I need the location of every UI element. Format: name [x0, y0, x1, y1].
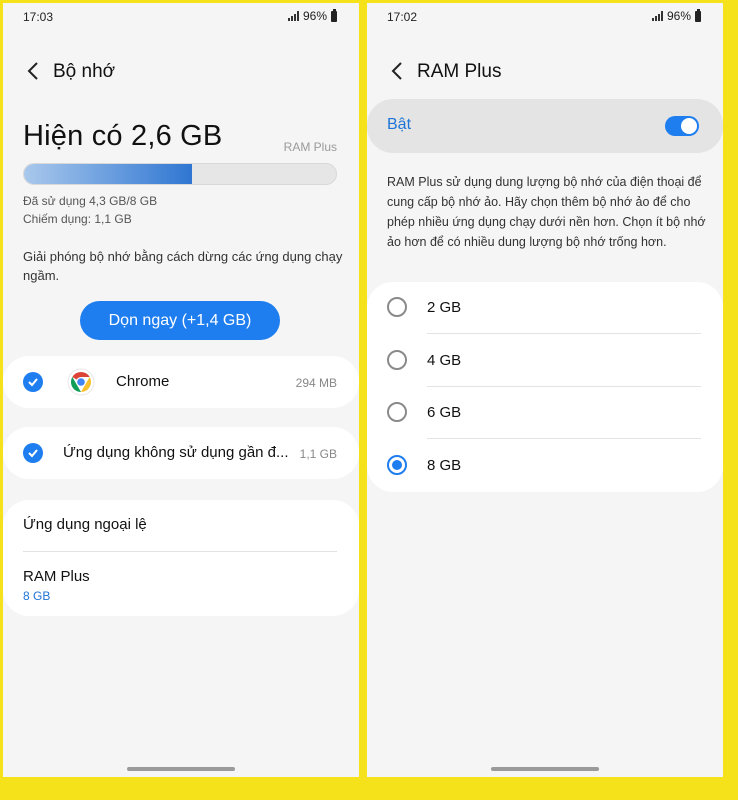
available-memory: Hiện có 2,6 GB: [23, 120, 223, 152]
radio-6gb[interactable]: [387, 402, 407, 422]
memory-options-card: Ứng dụng ngoại lệ RAM Plus 8 GB: [3, 500, 359, 616]
battery-percent: 96%: [666, 9, 691, 23]
radio-4gb[interactable]: [387, 350, 407, 370]
radio-2gb[interactable]: [387, 297, 407, 317]
size-options-card: 2 GB 4 GB 6 GB 8 GB: [367, 282, 723, 492]
unused-apps-checkbox[interactable]: [23, 443, 43, 463]
divider: [427, 333, 701, 334]
page-title: Bộ nhớ: [53, 61, 116, 82]
status-time: 17:02: [387, 10, 418, 24]
toggle-label: Bật: [387, 116, 412, 133]
chevron-left-icon: [27, 62, 38, 80]
page-title: RAM Plus: [417, 61, 502, 82]
used-memory-text: Đã sử dụng 4,3 GB/8 GB: [23, 194, 158, 208]
battery-icon: [695, 8, 701, 22]
ram-plus-switch[interactable]: [665, 116, 699, 136]
exception-apps-item[interactable]: Ứng dụng ngoại lệ: [23, 516, 147, 533]
app-size-chrome: 294 MB: [295, 376, 337, 390]
divider: [427, 386, 701, 387]
signal-icon: [287, 11, 299, 21]
app-item-unused[interactable]: Ứng dụng không sử dụng gần đ... 1,1 GB: [3, 427, 359, 479]
status-time: 17:03: [23, 10, 54, 24]
app-bar: RAM Plus: [367, 55, 723, 87]
option-label-6gb[interactable]: 6 GB: [427, 404, 461, 421]
divider: [427, 438, 701, 439]
option-label-4gb[interactable]: 4 GB: [427, 352, 461, 369]
option-label-8gb[interactable]: 8 GB: [427, 457, 461, 474]
home-gesture-bar[interactable]: [127, 767, 235, 771]
memory-screen: 17:03 96% Bộ nhớ Hiện có 2,6 GB RAM Plus…: [3, 3, 359, 777]
ram-plus-item[interactable]: RAM Plus: [23, 568, 90, 585]
ram-plus-toggle-row[interactable]: Bật: [367, 99, 723, 153]
status-bar: 17:02 96%: [367, 3, 723, 29]
divider: [23, 551, 337, 552]
app-size-unused: 1,1 GB: [299, 447, 337, 461]
app-bar: Bộ nhớ: [3, 55, 359, 87]
battery-icon: [331, 8, 337, 22]
option-label-2gb[interactable]: 2 GB: [427, 299, 461, 316]
memory-description: Giải phóng bộ nhớ bằng cách dừng các ứng…: [23, 249, 343, 283]
ram-plus-description: RAM Plus sử dụng dung lượng bộ nhớ của đ…: [387, 175, 706, 249]
check-icon: [28, 378, 38, 387]
check-icon: [28, 449, 38, 458]
ram-plus-value: 8 GB: [23, 589, 51, 603]
chrome-checkbox[interactable]: [23, 372, 43, 392]
home-gesture-bar[interactable]: [491, 767, 599, 771]
app-name-unused: Ứng dụng không sử dụng gần đ...: [63, 444, 289, 461]
clean-now-button[interactable]: Dọn ngay (+1,4 GB): [80, 301, 280, 340]
memory-usage-fill: [24, 164, 192, 184]
chevron-left-icon: [391, 62, 402, 80]
app-name-chrome: Chrome: [116, 373, 170, 390]
back-button[interactable]: [385, 59, 409, 83]
app-item-chrome[interactable]: Chrome 294 MB: [3, 356, 359, 408]
radio-8gb[interactable]: [387, 455, 407, 475]
battery-percent: 96%: [302, 9, 327, 23]
occupied-memory-text: Chiếm dụng: 1,1 GB: [23, 212, 132, 226]
back-button[interactable]: [21, 59, 45, 83]
ram-plus-hint: RAM Plus: [283, 140, 337, 154]
signal-icon: [651, 11, 663, 21]
ram-plus-screen: 17:02 96% RAM Plus Bật RAM Plus sử dụng …: [367, 3, 723, 777]
memory-usage-bar: [23, 163, 337, 185]
chrome-icon: [67, 368, 95, 396]
status-bar: 17:03 96%: [3, 3, 359, 29]
